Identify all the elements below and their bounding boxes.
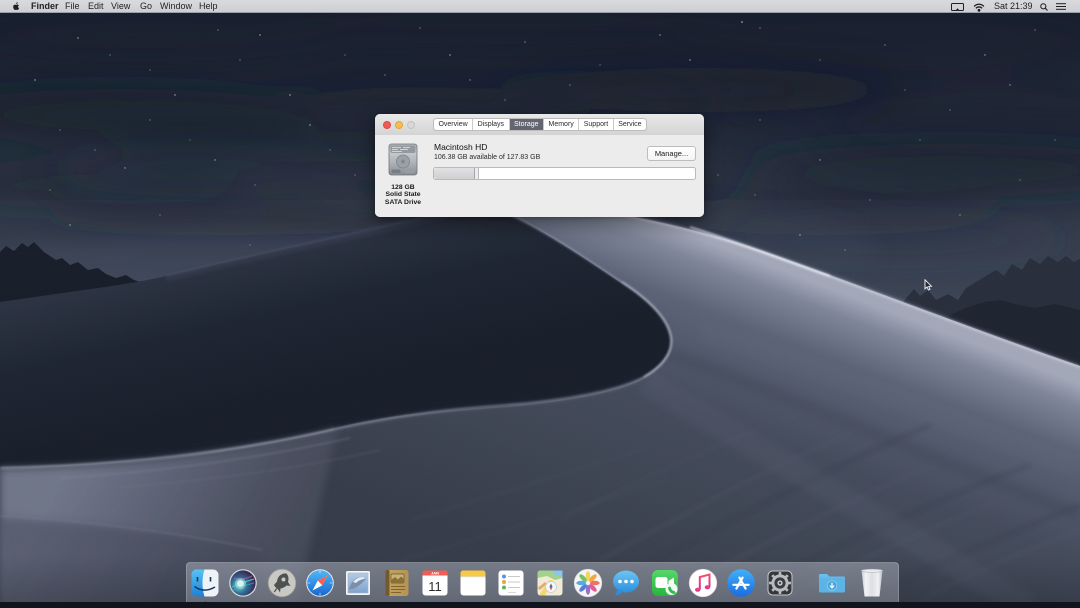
svg-text:11: 11: [428, 579, 442, 594]
svg-text:JAN: JAN: [431, 570, 439, 575]
